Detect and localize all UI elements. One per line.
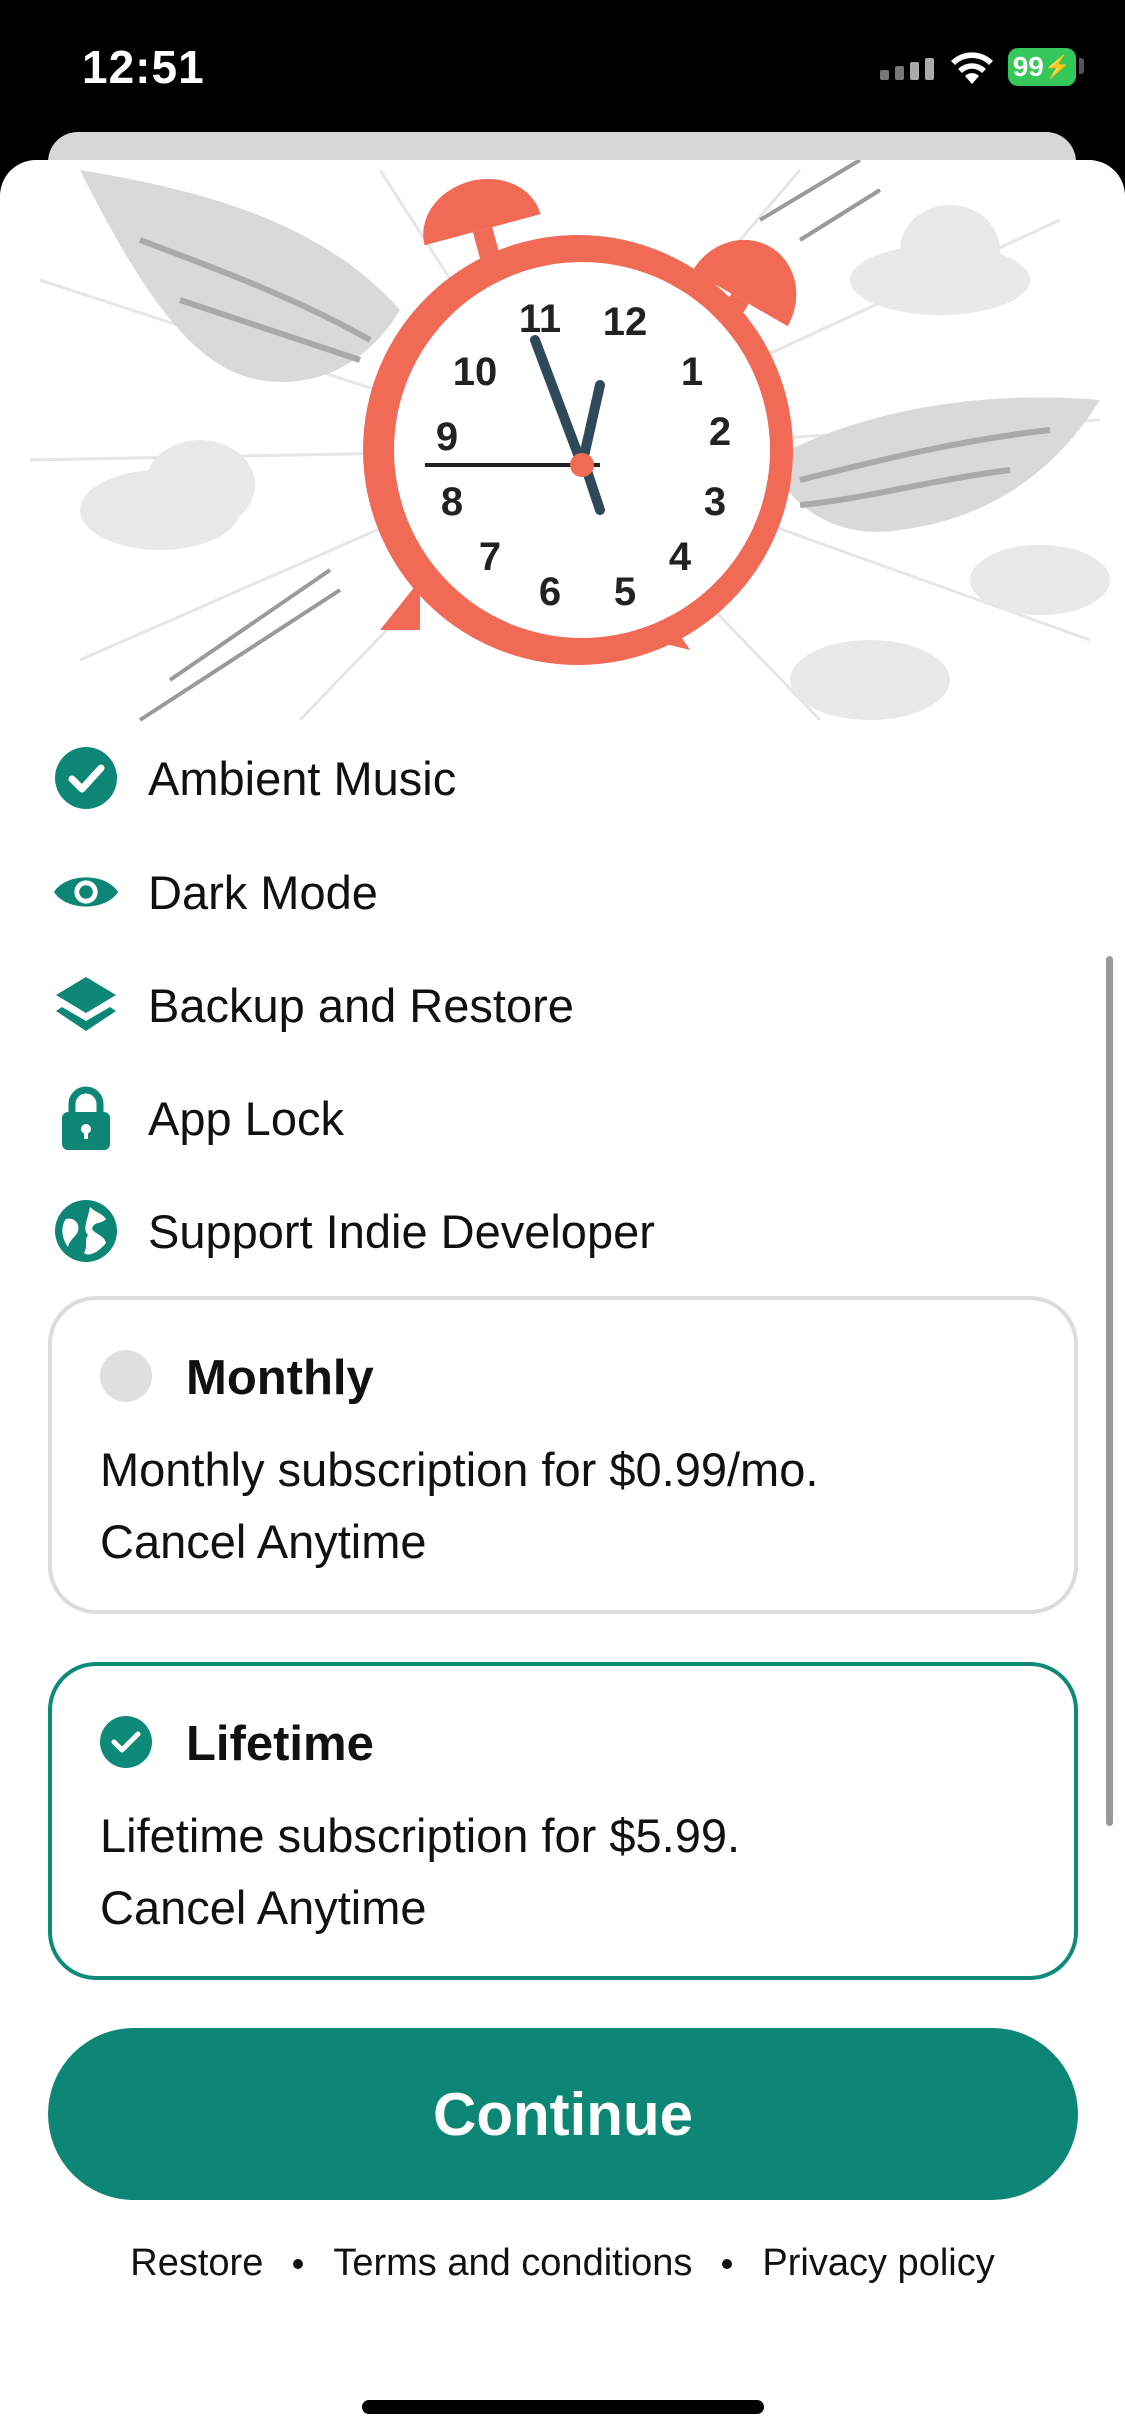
battery-level: 99	[1012, 51, 1044, 82]
svg-text:12: 12	[603, 300, 648, 344]
plan-description: Lifetime subscription for $5.99. Cancel …	[100, 1800, 740, 1944]
plan-monthly-card[interactable]: Monthly Monthly subscription for $0.99/m…	[48, 1296, 1078, 1614]
feature-label: Backup and Restore	[148, 978, 574, 1032]
feature-label: Dark Mode	[148, 865, 378, 919]
battery-tip	[1079, 58, 1084, 74]
check-circle-icon	[52, 744, 120, 812]
layers-icon	[52, 971, 120, 1039]
cellular-signal-icon	[880, 58, 934, 80]
svg-text:9: 9	[436, 415, 458, 459]
flying-alarm-clock-illustration: 12 1 2 3 4 5 6 7 8 9 10 11	[29, 160, 1110, 722]
feature-ambient-music: Ambient Music	[52, 738, 1052, 818]
globe-icon	[52, 1197, 120, 1265]
feature-app-lock: App Lock	[52, 1078, 1052, 1158]
scroll-indicator[interactable]	[1106, 956, 1113, 1826]
footer-links: Restore Terms and conditions Privacy pol…	[0, 2242, 1125, 2285]
separator-dot	[722, 2258, 733, 2269]
eye-icon	[52, 858, 120, 926]
plan-title: Lifetime	[186, 1717, 374, 1771]
plan-price-line: Lifetime subscription for $5.99.	[100, 1809, 741, 1862]
status-time: 12:51	[82, 41, 205, 93]
plan-cancel-line: Cancel Anytime	[100, 1515, 427, 1568]
plan-price-line: Monthly subscription for $0.99/mo.	[100, 1443, 819, 1496]
terms-link[interactable]: Terms and conditions	[333, 2242, 692, 2285]
feature-dark-mode: Dark Mode	[52, 852, 1052, 932]
radio-selected-check-icon[interactable]	[100, 1716, 152, 1768]
feature-backup-restore: Backup and Restore	[52, 965, 1052, 1045]
paywall-sheet: 12 1 2 3 4 5 6 7 8 9 10 11 Ambient Music	[0, 160, 1125, 2436]
plan-description: Monthly subscription for $0.99/mo. Cance…	[100, 1434, 818, 1578]
home-indicator[interactable]	[362, 2400, 764, 2414]
svg-text:7: 7	[479, 535, 501, 579]
feature-label: Ambient Music	[148, 751, 457, 805]
svg-text:11: 11	[519, 297, 561, 341]
privacy-link[interactable]: Privacy policy	[762, 2242, 994, 2285]
svg-text:10: 10	[453, 350, 498, 394]
wifi-icon	[951, 52, 993, 84]
restore-link[interactable]: Restore	[130, 2242, 263, 2285]
battery-icon: 99 ⚡	[1008, 48, 1076, 86]
feature-label: App Lock	[148, 1091, 344, 1145]
svg-text:4: 4	[669, 535, 692, 579]
svg-text:2: 2	[709, 410, 731, 454]
plan-cancel-line: Cancel Anytime	[100, 1881, 427, 1934]
continue-button[interactable]: Continue	[48, 2028, 1078, 2200]
svg-text:3: 3	[704, 480, 726, 524]
separator-dot	[293, 2258, 304, 2269]
plan-lifetime-card[interactable]: Lifetime Lifetime subscription for $5.99…	[48, 1662, 1078, 1980]
status-bar: 12:51 99 ⚡	[0, 0, 1125, 135]
svg-text:5: 5	[614, 570, 636, 614]
feature-label: Support Indie Developer	[148, 1204, 655, 1258]
feature-support-developer: Support Indie Developer	[52, 1191, 1052, 1271]
plan-title: Monthly	[186, 1351, 374, 1405]
svg-text:6: 6	[539, 570, 561, 614]
radio-unselected-icon[interactable]	[100, 1350, 152, 1402]
lock-icon	[52, 1084, 120, 1152]
svg-text:8: 8	[441, 480, 463, 524]
svg-text:1: 1	[681, 350, 703, 394]
